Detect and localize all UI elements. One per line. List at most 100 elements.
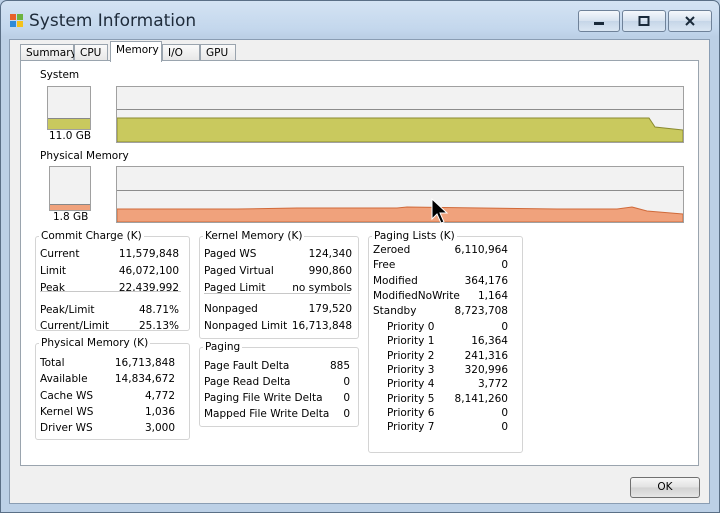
stat-value: 179,520 [308, 303, 352, 315]
stat-label: Priority 3 [387, 363, 435, 376]
stat-label: Nonpaged Limit [204, 319, 288, 332]
stat-value: 4,772 [144, 389, 175, 402]
paging-group: Paging Page Fault Delta 885 Page Read Delt… [199, 341, 359, 427]
stat-row: Mapped File Write Delta 0 [200, 408, 358, 422]
stat-label: Kernel WS [40, 405, 94, 418]
stat-label: Priority 0 [387, 321, 435, 333]
stat-value: 1,164 [477, 289, 508, 302]
tab-summary[interactable]: Summary [20, 44, 77, 61]
physical-meter [49, 166, 91, 211]
window-title: System Information [29, 11, 197, 31]
tab-io[interactable]: I/O [162, 44, 200, 61]
stat-row: Zeroed 6,110,964 [369, 244, 522, 258]
memory-panel: System 11.0 GB Physical Memory 1.8 GB Co… [20, 60, 699, 466]
stat-label: Limit [40, 265, 67, 277]
window: System Information Summary CPU Memory I/… [0, 0, 720, 513]
physical-memory-group-title: Physical Memory (K) [39, 337, 151, 349]
stat-row: Priority 0 0 [369, 321, 522, 335]
stat-label: Mapped File Write Delta [204, 408, 330, 420]
kernel-memory-title: Kernel Memory (K) [203, 230, 305, 242]
stat-label: Standby [373, 305, 417, 318]
stat-value: 8,141,260 [454, 392, 508, 405]
stat-value: 0 [343, 408, 350, 420]
stat-value: 0 [501, 421, 508, 434]
tab-gpu[interactable]: GPU [200, 44, 236, 61]
stat-value: 0 [501, 259, 508, 272]
system-value: 11.0 GB [49, 130, 92, 142]
stat-value: 6,110,964 [454, 244, 508, 256]
stat-value: 22,439,992 [118, 282, 179, 294]
paging-lists-group: Paging Lists (K) Zeroed 6,110,964 Free 0 Mod… [368, 230, 523, 453]
stat-label: Driver WS [40, 422, 93, 435]
stat-row: Priority 3 320,996 [369, 364, 522, 378]
stat-row: Paged WS 124,340 [200, 248, 358, 262]
stat-row: Modified 364,176 [369, 275, 522, 289]
stat-label: Priority 4 [387, 378, 435, 391]
stat-label: Current/Limit [40, 320, 110, 332]
physical-history-graph [116, 166, 684, 223]
tab-memory[interactable]: Memory [110, 41, 162, 62]
kernel-memory-group: Kernel Memory (K) Paged WS 124,340 Paged V… [199, 230, 359, 339]
stat-value: 25.13% [138, 320, 179, 332]
stat-value: 3,772 [477, 378, 508, 391]
stat-row: Priority 6 0 [369, 407, 522, 421]
stat-label: Priority 2 [387, 349, 435, 362]
mouse-cursor [431, 198, 449, 224]
paging-lists-title: Paging Lists (K) [372, 230, 457, 242]
stat-row: Kernel WS 1,036 [36, 406, 189, 420]
stat-value: 11,579,848 [118, 248, 179, 260]
stat-label: Priority 7 [387, 421, 435, 434]
stat-row: Paged Virtual 990,860 [200, 265, 358, 279]
stat-row: Peak/Limit 48.71% [36, 304, 189, 318]
stat-value: 14,834,672 [114, 373, 175, 386]
stat-label: Total [40, 357, 65, 369]
stat-row: Priority 4 3,772 [369, 378, 522, 392]
physical-history-area [117, 206, 683, 222]
stat-label: Current [40, 248, 80, 260]
stat-label: Nonpaged [204, 303, 258, 315]
maximize-button[interactable] [622, 10, 666, 32]
stat-row: Total 16,713,848 [36, 357, 189, 371]
stat-value: 124,340 [308, 248, 352, 260]
stat-value: 16,713,848 [291, 319, 352, 332]
dialog-client: Summary CPU Memory I/O GPU System 11.0 G… [9, 39, 710, 504]
minimize-button[interactable] [578, 10, 620, 32]
stat-label: Peak [40, 282, 65, 294]
stat-label: Paged WS [204, 248, 257, 260]
stat-label: Paging File Write Delta [204, 392, 323, 404]
stat-row: Priority 2 241,316 [369, 350, 522, 364]
stat-label: Zeroed [373, 244, 411, 256]
tab-cpu[interactable]: CPU [74, 44, 108, 61]
separator [204, 293, 350, 294]
stat-row: Nonpaged Limit 16,713,848 [200, 320, 358, 334]
stat-value: 0 [343, 392, 350, 404]
stat-row: Free 0 [369, 259, 522, 273]
physical-memory-group: Physical Memory (K) Total 16,713,848 Avail… [35, 337, 190, 440]
stat-value: 8,723,708 [454, 305, 508, 318]
stat-label: Page Fault Delta [204, 360, 290, 372]
commit-charge-group: Commit Charge (K) Current 11,579,848 Limit… [35, 230, 190, 332]
system-history-graph [116, 86, 684, 143]
stat-label: Peak/Limit [40, 304, 95, 316]
stat-row: Peak 22,439,992 [36, 282, 189, 296]
stat-value: 1,036 [144, 405, 175, 418]
app-icon [10, 14, 23, 27]
stat-row: Limit 46,072,100 [36, 265, 189, 279]
stat-label: Priority 1 [387, 335, 435, 348]
stat-label: Modified [373, 274, 418, 287]
physical-value: 1.8 GB [53, 211, 89, 223]
stat-label: Cache WS [40, 389, 94, 402]
stat-row: Priority 5 8,141,260 [369, 393, 522, 407]
system-history-area [117, 117, 683, 142]
minimize-icon [594, 22, 604, 25]
system-meter [47, 86, 91, 130]
separator [40, 291, 181, 292]
stat-row: Standby 8,723,708 [369, 305, 522, 319]
ok-button[interactable]: OK [630, 477, 700, 498]
close-button[interactable] [668, 10, 712, 32]
physical-meter-fill [50, 203, 90, 210]
system-history-chart [117, 117, 683, 142]
stat-value: 0 [343, 376, 350, 388]
maximize-icon [638, 16, 650, 26]
stat-row: Paging File Write Delta 0 [200, 392, 358, 406]
